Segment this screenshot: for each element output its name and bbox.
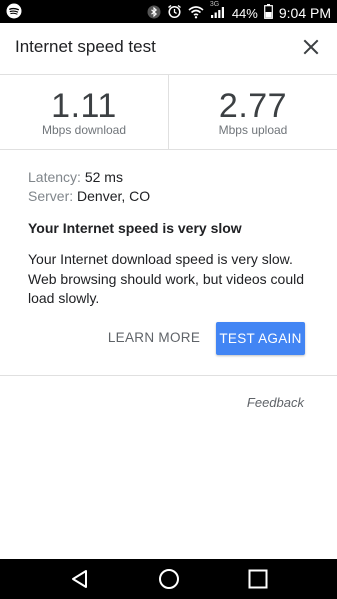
speed-results: 1.11 Mbps download 2.77 Mbps upload bbox=[0, 75, 337, 150]
latency-label: Latency: bbox=[28, 169, 81, 185]
learn-more-button[interactable]: LEARN MORE bbox=[104, 322, 204, 354]
bluetooth-icon bbox=[147, 5, 161, 22]
recents-icon[interactable] bbox=[246, 567, 270, 591]
battery-percent: 44% bbox=[231, 5, 258, 21]
latency-row: Latency: 52 ms bbox=[28, 168, 318, 187]
signal-icon: 3G bbox=[210, 1, 226, 22]
section-divider bbox=[0, 375, 337, 376]
back-icon[interactable] bbox=[68, 567, 92, 591]
latency-value: 52 ms bbox=[84, 169, 123, 185]
upload-result: 2.77 Mbps upload bbox=[169, 75, 337, 149]
network-type-label: 3G bbox=[209, 0, 220, 8]
page-title: Internet speed test bbox=[15, 37, 156, 56]
download-label: Mbps download bbox=[41, 123, 127, 137]
status-bar: 3G 44% 9:04 PM bbox=[0, 0, 337, 23]
close-icon[interactable] bbox=[299, 35, 323, 59]
clock: 9:04 PM bbox=[278, 5, 331, 21]
upload-label: Mbps upload bbox=[218, 123, 288, 137]
app-header: Internet speed test bbox=[0, 23, 337, 75]
download-result: 1.11 Mbps download bbox=[0, 75, 168, 149]
verdict-title: Your Internet speed is very slow bbox=[28, 220, 242, 236]
test-again-button[interactable]: TEST AGAIN bbox=[216, 322, 305, 355]
feedback-link[interactable]: Feedback bbox=[247, 395, 304, 410]
navigation-bar bbox=[0, 559, 337, 599]
verdict-description: Your Internet download speed is very slo… bbox=[28, 251, 305, 306]
upload-value: 2.77 bbox=[218, 87, 288, 125]
alarm-icon bbox=[167, 4, 182, 22]
battery-icon bbox=[263, 4, 273, 22]
server-row: Server: Denver, CO bbox=[28, 187, 318, 206]
test-details: Latency: 52 ms Server: Denver, CO bbox=[28, 168, 318, 206]
server-value: Denver, CO bbox=[77, 188, 151, 204]
download-value: 1.11 bbox=[51, 87, 117, 125]
spotify-icon bbox=[6, 3, 22, 22]
wifi-icon bbox=[188, 5, 204, 22]
server-label: Server: bbox=[28, 188, 74, 204]
home-icon[interactable] bbox=[157, 567, 181, 591]
